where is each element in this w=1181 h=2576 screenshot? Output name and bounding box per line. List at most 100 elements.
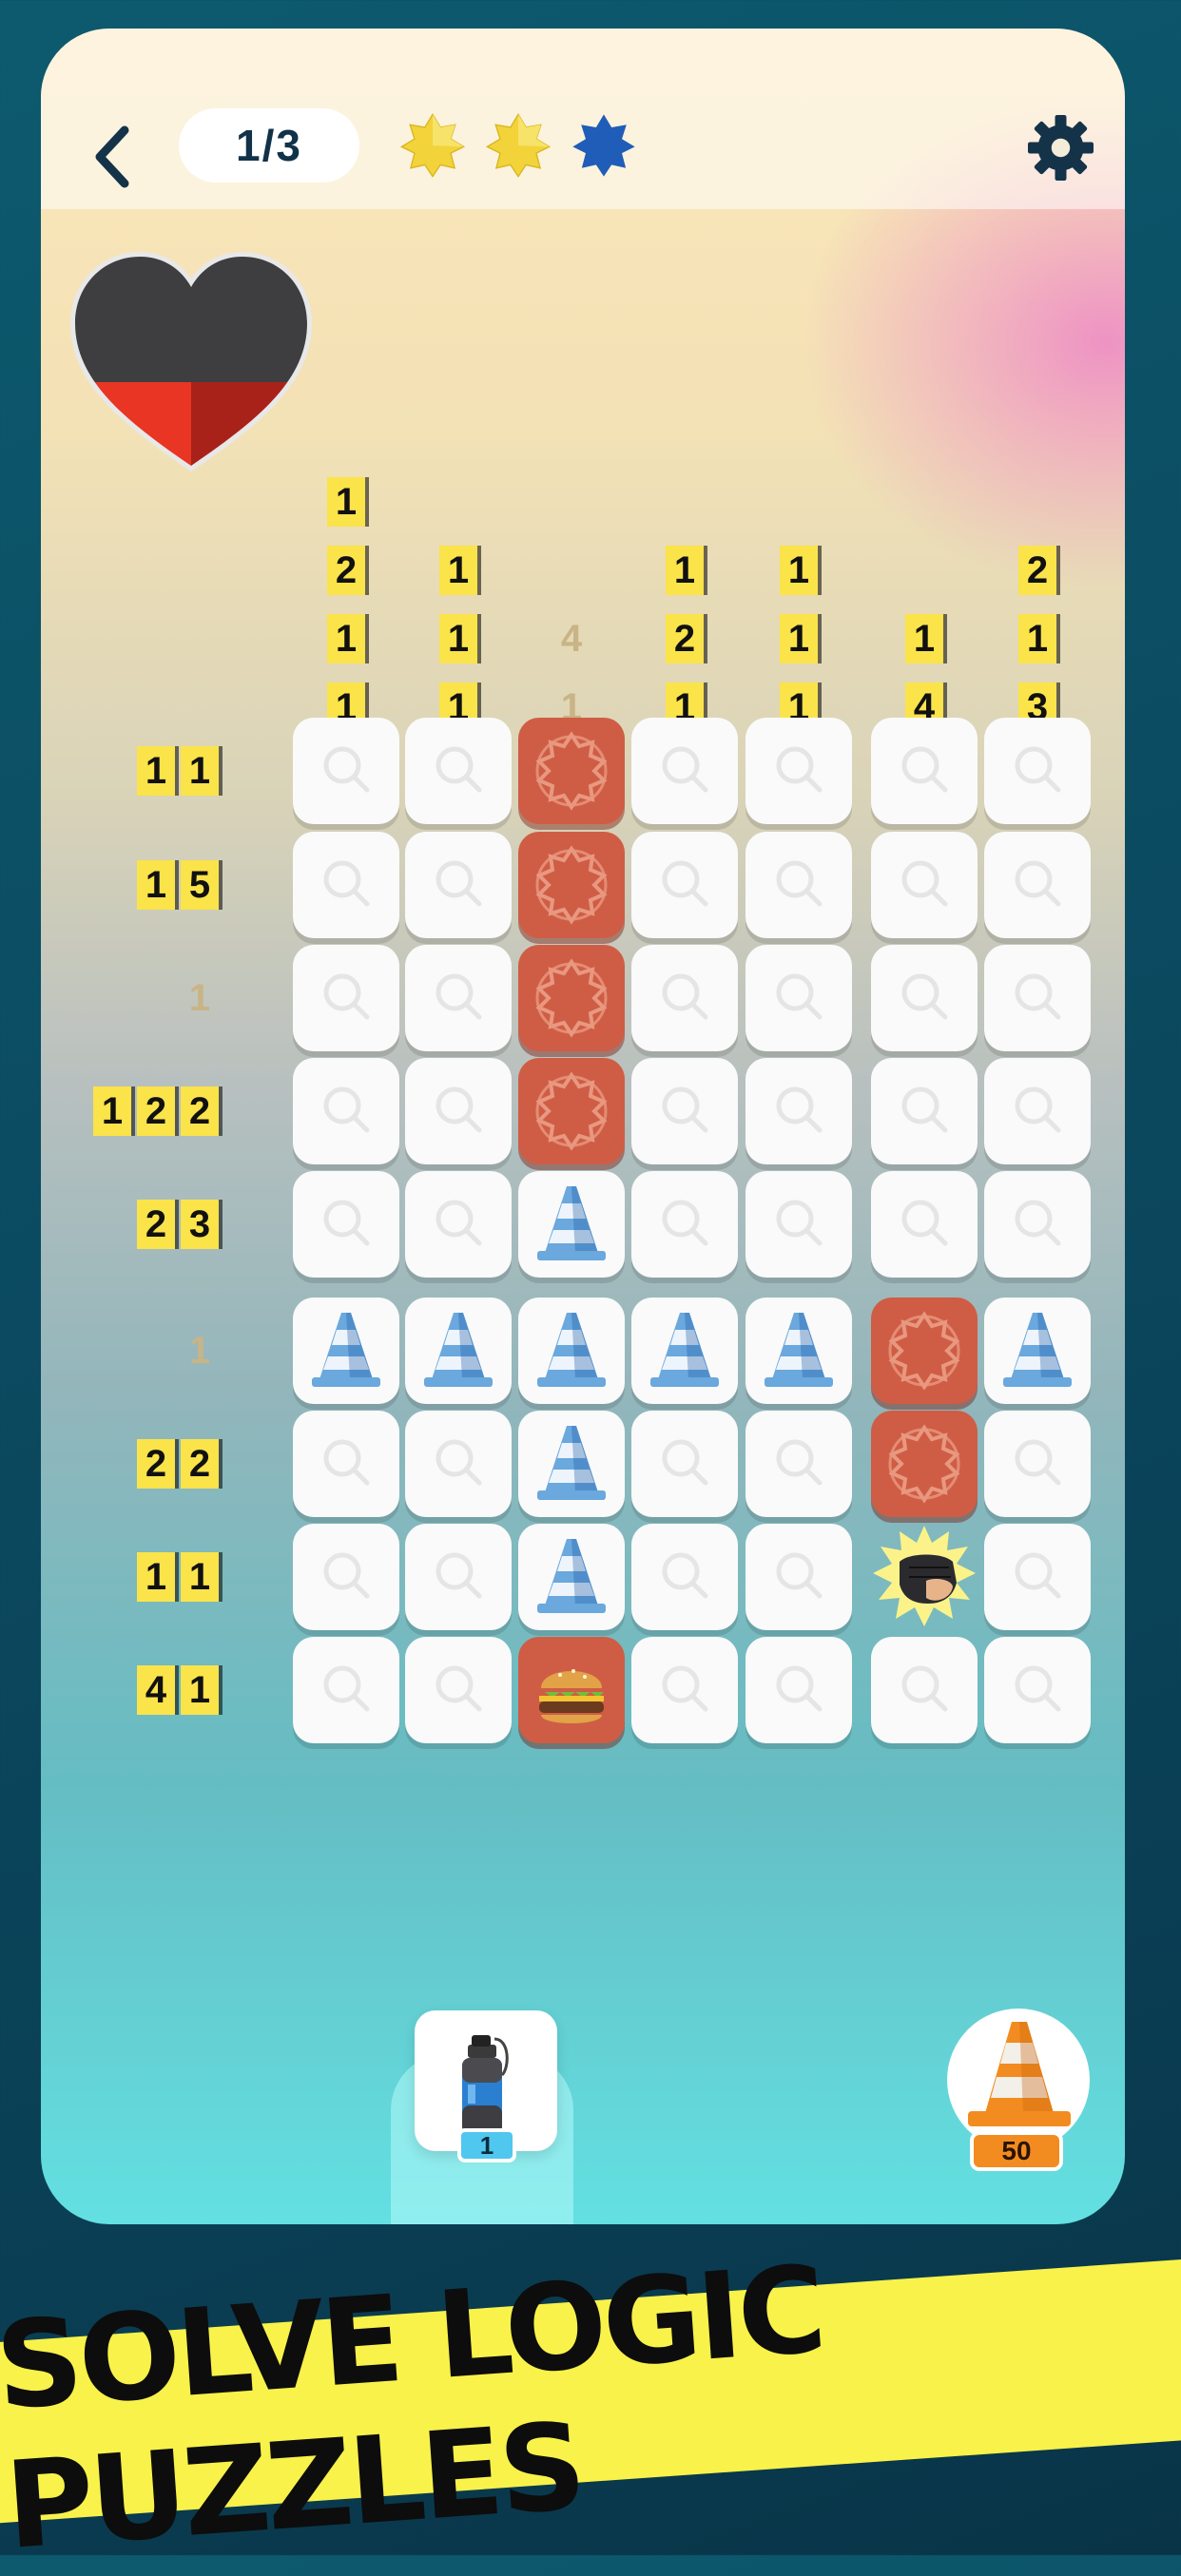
search-icon	[436, 860, 482, 907]
search-icon	[901, 1665, 948, 1712]
column-clue: 1	[439, 614, 477, 663]
search-icon	[662, 746, 708, 793]
grid-cell-r5-c6[interactable]	[871, 1171, 978, 1278]
grid-cell-r5-c2[interactable]	[405, 1171, 512, 1278]
search-icon	[436, 1665, 482, 1712]
cone-powerup-button[interactable]	[947, 2009, 1090, 2151]
grid-cell-r8-c5[interactable]	[745, 1524, 852, 1630]
grid-cell-r5-c3	[518, 1171, 625, 1278]
grid-cell-r3-c1[interactable]	[293, 945, 399, 1051]
grid-cell-r8-c7[interactable]	[984, 1524, 1091, 1630]
fist-icon	[873, 1526, 976, 1626]
grid-cell-r1-c7[interactable]	[984, 718, 1091, 824]
grid-cell-r6-c5	[745, 1298, 852, 1404]
grid-cell-r9-c7[interactable]	[984, 1637, 1091, 1743]
grid-cell-r4-c6[interactable]	[871, 1058, 978, 1164]
search-icon	[776, 1665, 823, 1712]
column-clue: 1	[1018, 614, 1056, 663]
search-icon	[901, 746, 948, 793]
grid-cell-r8-c4[interactable]	[631, 1524, 738, 1630]
row-clue: 1	[137, 860, 175, 910]
grid-cell-r7-c4[interactable]	[631, 1411, 738, 1517]
shield-icon	[888, 1424, 960, 1504]
row-clue: 1	[137, 1552, 175, 1602]
shield-icon	[535, 1071, 608, 1151]
grid-cell-r3-c4[interactable]	[631, 945, 738, 1051]
grid-cell-r3-c2[interactable]	[405, 945, 512, 1051]
traffic-cone-icon	[537, 1426, 606, 1500]
grid-cell-r9-c4[interactable]	[631, 1637, 738, 1743]
search-icon	[1015, 860, 1061, 907]
grid-cell-r4-c3	[518, 1058, 625, 1164]
grid-cell-r7-c3	[518, 1411, 625, 1517]
grid-cell-r3-c6[interactable]	[871, 945, 978, 1051]
column-clue: 1	[439, 546, 477, 595]
search-icon	[776, 860, 823, 907]
grid-cell-r2-c2[interactable]	[405, 832, 512, 938]
grid-cell-r3-c5[interactable]	[745, 945, 852, 1051]
row-clue: 1	[137, 746, 175, 796]
grid-cell-r1-c6[interactable]	[871, 718, 978, 824]
grid-cell-r7-c5[interactable]	[745, 1411, 852, 1517]
search-icon	[662, 973, 708, 1020]
grid-cell-r4-c7[interactable]	[984, 1058, 1091, 1164]
chevron-left-icon	[95, 125, 129, 188]
traffic-cone-icon	[650, 1313, 719, 1387]
column-clue: 2	[666, 614, 704, 663]
grid-cell-r6-c1	[293, 1298, 399, 1404]
search-icon	[776, 1200, 823, 1246]
search-icon	[1015, 1665, 1061, 1712]
grid-cell-r3-c7[interactable]	[984, 945, 1091, 1051]
grid-cell-r8-c2[interactable]	[405, 1524, 512, 1630]
grid-cell-r7-c2[interactable]	[405, 1411, 512, 1517]
search-icon	[436, 973, 482, 1020]
shield-icon	[535, 958, 608, 1038]
level-progress: 1/3	[179, 108, 359, 183]
search-icon	[436, 1200, 482, 1246]
grid-cell-r9-c6[interactable]	[871, 1637, 978, 1743]
grid-cell-r4-c5[interactable]	[745, 1058, 852, 1164]
grid-cell-r4-c1[interactable]	[293, 1058, 399, 1164]
grid-cell-r6-c4	[631, 1298, 738, 1404]
grid-cell-r9-c3	[518, 1637, 625, 1743]
grid-cell-r9-c2[interactable]	[405, 1637, 512, 1743]
grid-cell-r7-c1[interactable]	[293, 1411, 399, 1517]
row-clue: 3	[181, 1200, 219, 1249]
grid-cell-r9-c5[interactable]	[745, 1637, 852, 1743]
grid-cell-r3-c3	[518, 945, 625, 1051]
search-icon	[436, 1439, 482, 1486]
grid-cell-r5-c1[interactable]	[293, 1171, 399, 1278]
traffic-cone-icon	[968, 2022, 1071, 2126]
grid-cell-r4-c2[interactable]	[405, 1058, 512, 1164]
grid-cell-r1-c1[interactable]	[293, 718, 399, 824]
grid-cell-r1-c4[interactable]	[631, 718, 738, 824]
shield-icon	[888, 1311, 960, 1391]
row-clue: 4	[137, 1665, 175, 1715]
search-icon	[662, 1665, 708, 1712]
back-button[interactable]	[79, 119, 145, 195]
grid-cell-r2-c1[interactable]	[293, 832, 399, 938]
promo-banner-text: SOLVE LOGIC PUZZLES	[0, 2239, 827, 2576]
grid-cell-r1-c5[interactable]	[745, 718, 852, 824]
grid-cell-r5-c5[interactable]	[745, 1171, 852, 1278]
grid-cell-r5-c4[interactable]	[631, 1171, 738, 1278]
heart-icon	[69, 251, 313, 472]
grid-cell-r2-c5[interactable]	[745, 832, 852, 938]
search-icon	[323, 860, 370, 907]
grid-cell-r2-c6[interactable]	[871, 832, 978, 938]
search-icon	[662, 860, 708, 907]
row-clue: 1	[181, 1552, 219, 1602]
search-icon	[776, 1439, 823, 1486]
settings-button[interactable]	[1025, 112, 1096, 183]
traffic-cone-icon	[1003, 1313, 1072, 1387]
grid-cell-r9-c1[interactable]	[293, 1637, 399, 1743]
grid-cell-r2-c4[interactable]	[631, 832, 738, 938]
grid-cell-r1-c2[interactable]	[405, 718, 512, 824]
grid-cell-r5-c7[interactable]	[984, 1171, 1091, 1278]
grid-cell-r4-c4[interactable]	[631, 1058, 738, 1164]
search-icon	[901, 1200, 948, 1246]
grid-cell-r2-c7[interactable]	[984, 832, 1091, 938]
grid-cell-r8-c1[interactable]	[293, 1524, 399, 1630]
grid-cell-r7-c7[interactable]	[984, 1411, 1091, 1517]
search-icon	[901, 1086, 948, 1133]
